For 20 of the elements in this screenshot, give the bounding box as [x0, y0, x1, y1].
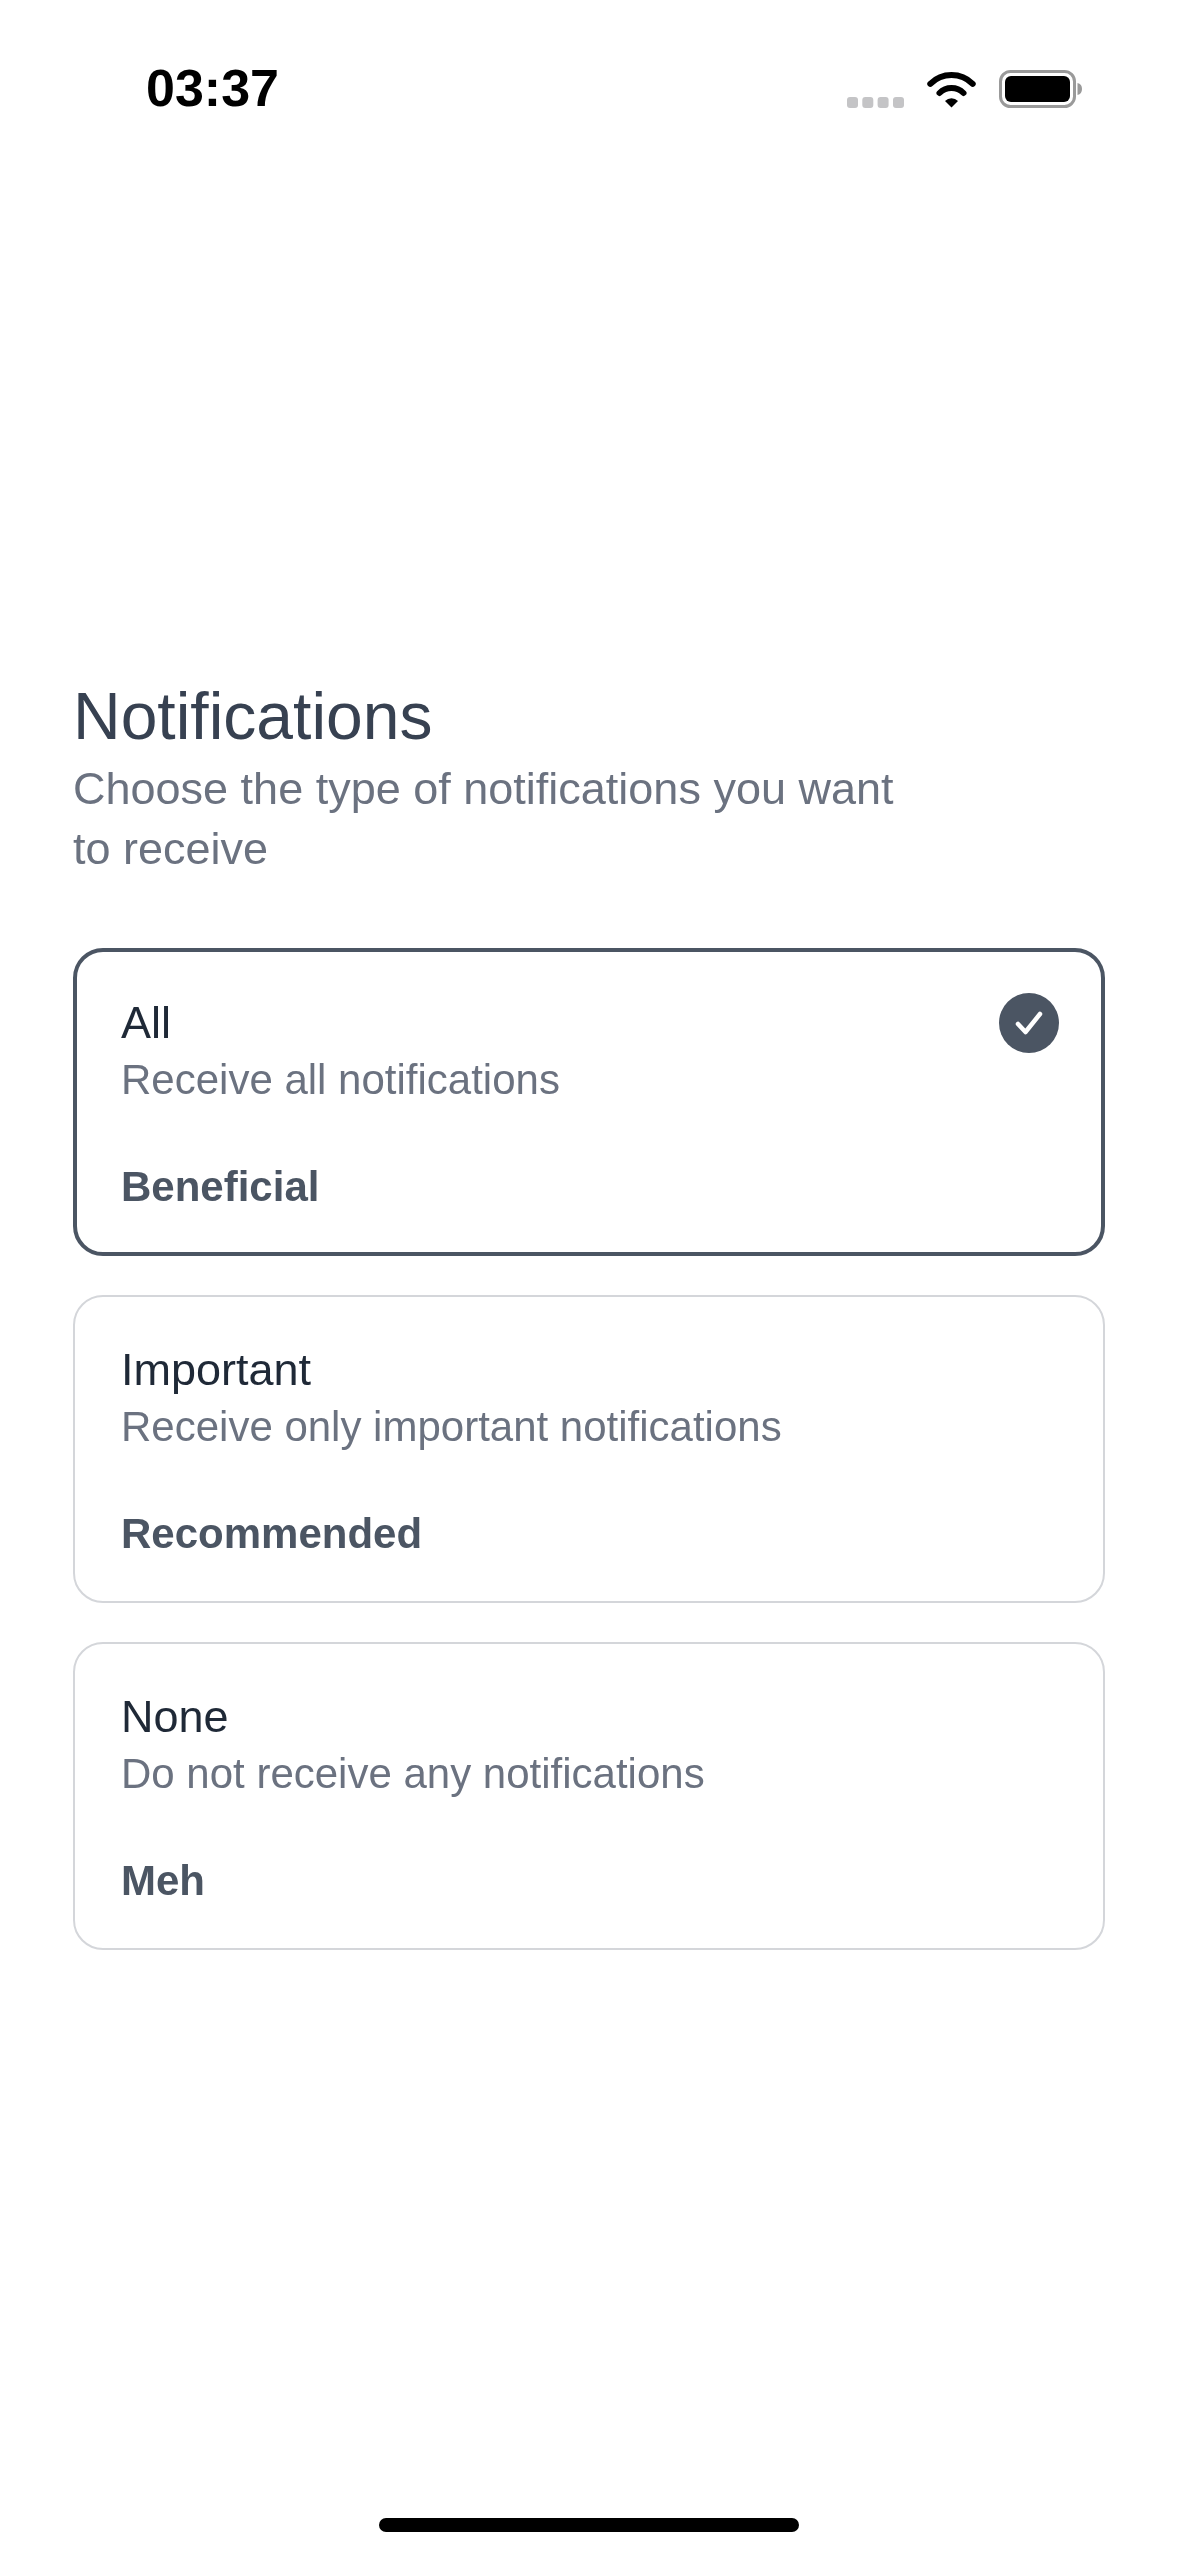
option-tag: Recommended [121, 1509, 423, 1559]
checkmark-icon [999, 993, 1059, 1053]
status-time: 03:37 [146, 58, 279, 118]
signal-icon [847, 97, 904, 108]
option-description: Do not receive any notifications [121, 1749, 705, 1799]
option-card[interactable]: None Do not receive any notifications Meh [73, 1642, 1105, 1950]
option-tag: Beneficial [121, 1162, 320, 1212]
option-title: Important [121, 1343, 312, 1397]
battery-icon [999, 70, 1082, 108]
page-subtitle: Choose the type of notifications you want to receive [73, 762, 895, 876]
page-title: Notifications [73, 678, 434, 755]
option-description: Receive all notifications [121, 1055, 560, 1105]
option-tag: Meh [121, 1856, 205, 1906]
option-card[interactable]: Important Receive only important notifications Recommended [73, 1295, 1105, 1603]
home-indicator[interactable] [379, 2518, 799, 2532]
option-description: Receive only important notifications [121, 1402, 782, 1452]
wifi-icon [926, 70, 977, 108]
option-title: None [121, 1690, 229, 1744]
option-card[interactable]: All Receive all notifications Beneficial [73, 948, 1105, 1256]
option-title: All [121, 996, 171, 1050]
